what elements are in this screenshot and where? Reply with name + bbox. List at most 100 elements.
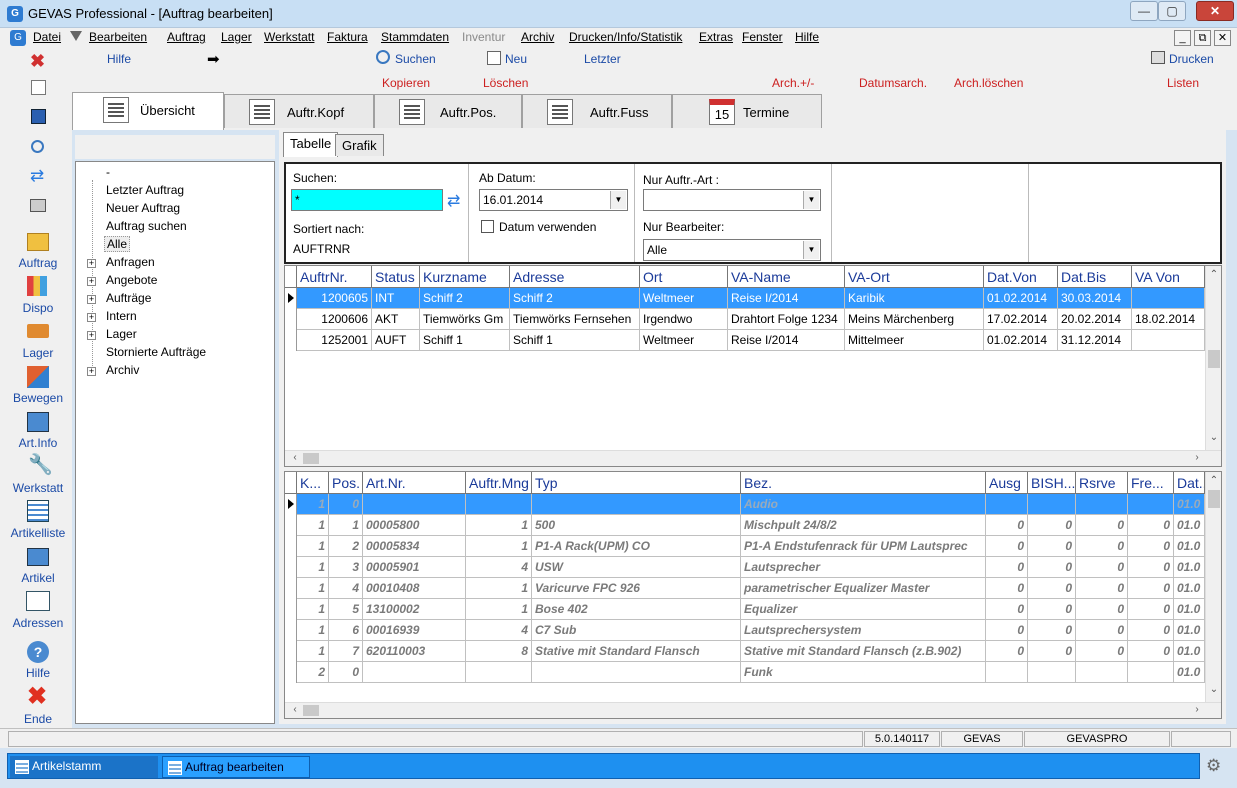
tree-item-anfragen[interactable]: Anfragen	[106, 255, 155, 269]
table-cell[interactable]: 3	[329, 557, 363, 578]
table-cell[interactable]	[1028, 494, 1076, 515]
scroll-right-icon[interactable]: ›	[1189, 704, 1205, 715]
mdi-close-button[interactable]: ✕	[1214, 30, 1231, 46]
table-cell[interactable]: 500	[532, 515, 741, 536]
table-cell[interactable]: 0	[986, 557, 1028, 578]
table-cell[interactable]: Lautsprechersystem	[741, 620, 986, 641]
tab-uebersicht[interactable]: Übersicht	[72, 92, 224, 130]
table-cell[interactable]	[363, 662, 466, 683]
col-bish[interactable]: BISH...	[1028, 472, 1076, 494]
table-cell[interactable]: USW	[532, 557, 741, 578]
chevron-down-icon[interactable]: ▼	[803, 191, 819, 209]
table-cell[interactable]: Equalizer	[741, 599, 986, 620]
scroll-up-icon[interactable]: ⌃	[1206, 269, 1221, 280]
table-row[interactable]: 1 2 00005834 1 P1-A Rack(UPM) CO P1-A Endstuf…	[285, 536, 1205, 557]
tab-auftr-kopf[interactable]: Auftr.Kopf	[224, 94, 374, 128]
table-cell[interactable]: Stative mit Standard Flansch (z.B.902)	[741, 641, 986, 662]
tree-item-archiv[interactable]: Archiv	[106, 363, 139, 377]
expand-icon[interactable]: +	[87, 295, 96, 304]
drucken-button[interactable]: Drucken	[1169, 52, 1214, 66]
table-cell[interactable]: 4	[329, 578, 363, 599]
table-cell[interactable]: 0	[986, 620, 1028, 641]
ab-datum-select[interactable]: 16.01.2014 ▼	[479, 189, 628, 211]
order-folder-icon[interactable]	[27, 233, 49, 251]
col-kurzname[interactable]: Kurzname	[420, 266, 510, 288]
col-typ[interactable]: Typ	[532, 472, 741, 494]
scroll-thumb[interactable]	[303, 705, 319, 716]
sidebar-item-hilfe[interactable]: Hilfe	[0, 666, 76, 680]
nur-bearbeiter-select[interactable]: Alle ▼	[643, 239, 821, 261]
subtab-tabelle[interactable]: Tabelle	[283, 132, 339, 157]
cancel-icon[interactable]: ✖	[30, 52, 48, 70]
orders-vertical-scrollbar[interactable]: ⌃ ⌄	[1205, 266, 1221, 450]
scroll-thumb[interactable]	[1208, 490, 1220, 508]
table-row[interactable]: 1200606 AKT Tiemwörks Gm Tiemwörks Fernsehe…	[285, 309, 1205, 330]
table-cell[interactable]: 1	[466, 578, 532, 599]
table-cell[interactable]: 0	[1128, 557, 1174, 578]
table-cell[interactable]: 0	[1076, 536, 1128, 557]
orders-horizontal-scrollbar[interactable]: ‹ ›	[285, 450, 1221, 466]
tree-item-angebote[interactable]: Angebote	[106, 273, 157, 287]
table-cell[interactable]: 1	[297, 494, 329, 515]
table-cell[interactable]: 0	[986, 599, 1028, 620]
table-cell[interactable]: INT	[372, 288, 420, 309]
table-cell[interactable]: 0	[986, 515, 1028, 536]
table-cell[interactable]: 0	[1128, 641, 1174, 662]
col-adresse[interactable]: Adresse	[510, 266, 640, 288]
expand-icon[interactable]: +	[87, 277, 96, 286]
task-artikelstamm[interactable]: Artikelstamm	[10, 756, 158, 778]
tree-item-neuer-auftrag[interactable]: Neuer Auftrag	[106, 201, 180, 215]
kopieren-button[interactable]: Kopieren	[382, 76, 430, 90]
table-cell[interactable]: 01.0	[1174, 662, 1205, 683]
row-indicator[interactable]	[285, 288, 297, 309]
table-cell[interactable]: 18.02.2014	[1132, 309, 1205, 330]
table-row[interactable]: 1200605 INT Schiff 2 Schiff 2 Weltmeer Reise …	[285, 288, 1205, 309]
menu-hilfe[interactable]: Hilfe	[795, 30, 819, 44]
row-indicator[interactable]	[285, 330, 297, 351]
scroll-left-icon[interactable]: ‹	[287, 452, 303, 463]
table-row[interactable]: 1 7 620110003 8 Stative mit Standard Flansch…	[285, 641, 1205, 662]
table-cell[interactable]: 0	[1028, 641, 1076, 662]
col-ort[interactable]: Ort	[640, 266, 728, 288]
table-cell[interactable]	[466, 662, 532, 683]
table-cell[interactable]: P1-A Rack(UPM) CO	[532, 536, 741, 557]
table-cell[interactable]: 20.02.2014	[1058, 309, 1132, 330]
positions-horizontal-scrollbar[interactable]: ‹ ›	[285, 702, 1221, 718]
menu-fenster[interactable]: Fenster	[742, 30, 783, 44]
table-row[interactable]: 1 4 00010408 1 Varicurve FPC 926 parametrisch…	[285, 578, 1205, 599]
table-cell[interactable]: parametrischer Equalizer Master	[741, 578, 986, 599]
new-document-icon[interactable]	[487, 51, 501, 65]
row-indicator[interactable]	[285, 662, 297, 683]
table-cell[interactable]: 31.12.2014	[1058, 330, 1132, 351]
table-cell[interactable]: Schiff 1	[510, 330, 640, 351]
subtab-grafik[interactable]: Grafik	[335, 134, 384, 156]
menu-bearbeiten[interactable]: Bearbeiten	[89, 30, 147, 44]
table-cell[interactable]: 4	[466, 620, 532, 641]
arch-loeschen-button[interactable]: Arch.löschen	[954, 76, 1023, 90]
table-cell[interactable]: Mittelmeer	[845, 330, 984, 351]
table-cell[interactable]: Meins Märchenberg	[845, 309, 984, 330]
table-cell[interactable]: 13100002	[363, 599, 466, 620]
tree-item-letzter-auftrag[interactable]: Letzter Auftrag	[106, 183, 184, 197]
table-cell[interactable]: 6	[329, 620, 363, 641]
table-cell[interactable]: 01.0	[1174, 620, 1205, 641]
table-cell[interactable]: AKT	[372, 309, 420, 330]
table-cell[interactable]	[1028, 662, 1076, 683]
row-indicator[interactable]	[285, 536, 297, 557]
table-cell[interactable]: 0	[1076, 599, 1128, 620]
table-cell[interactable]	[1132, 330, 1205, 351]
col-k[interactable]: K...	[297, 472, 329, 494]
table-cell[interactable]: 2	[297, 662, 329, 683]
table-cell[interactable]: 0	[1028, 599, 1076, 620]
expand-icon[interactable]: +	[87, 259, 96, 268]
tree-item-intern[interactable]: Intern	[106, 309, 137, 323]
table-cell[interactable]: 2	[329, 536, 363, 557]
table-cell[interactable]: 01.0	[1174, 578, 1205, 599]
listen-button[interactable]: Listen	[1167, 76, 1199, 90]
maximize-button[interactable]: ▢	[1158, 1, 1186, 21]
menu-inventur[interactable]: Inventur	[462, 30, 505, 44]
table-row[interactable]: 1 1 00005800 1 500 Mischpult 24/8/2 0 0 0 0 01.0	[285, 515, 1205, 536]
table-cell[interactable]: Schiff 2	[420, 288, 510, 309]
table-cell[interactable]: 01.0	[1174, 515, 1205, 536]
table-cell[interactable]: 0	[1128, 515, 1174, 536]
